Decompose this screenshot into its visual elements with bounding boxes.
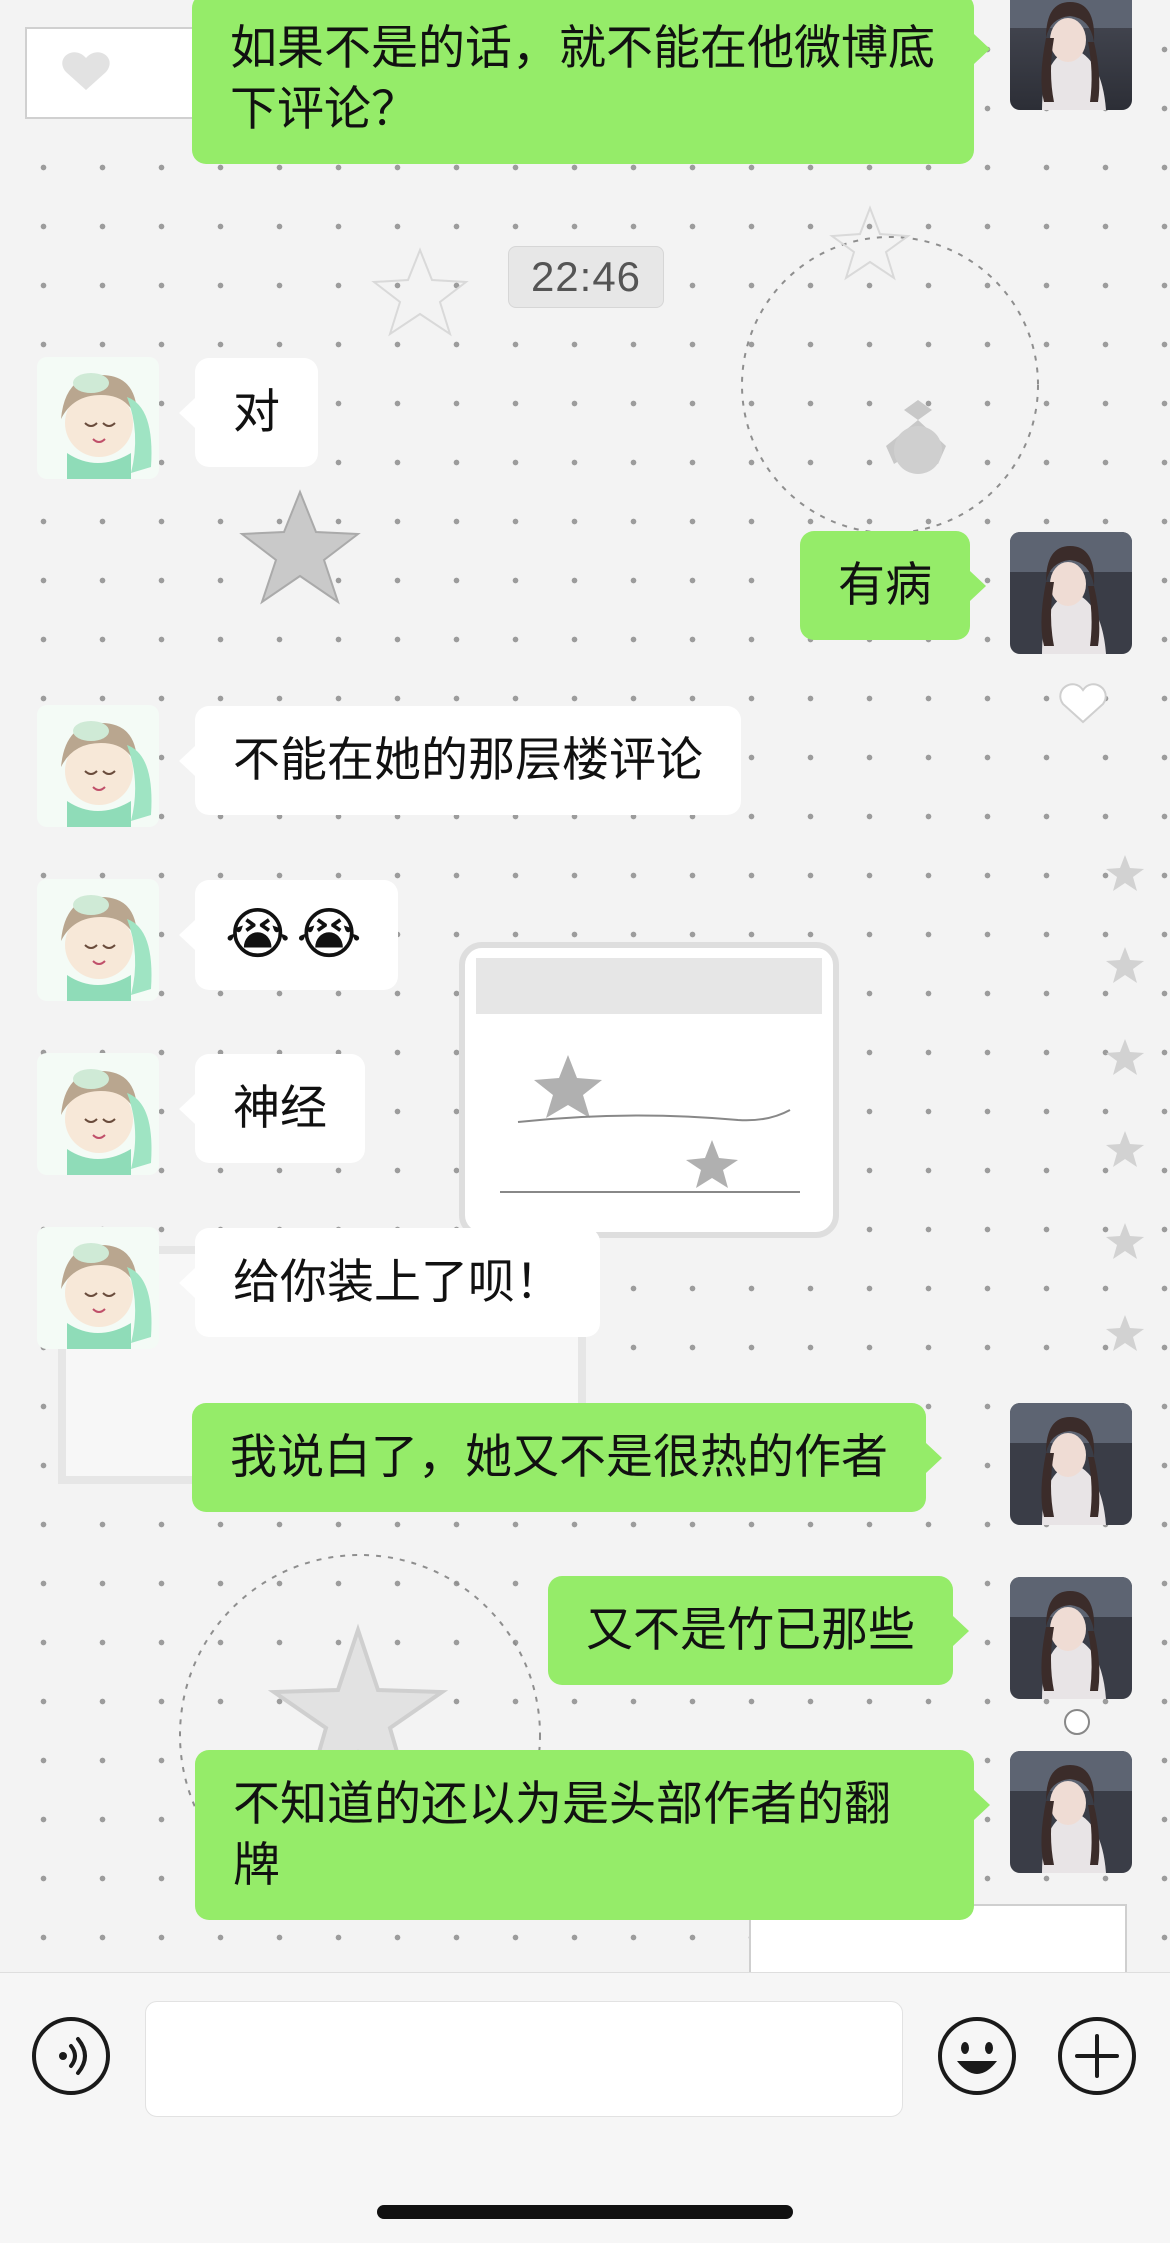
chat-timestamp: 22:46: [508, 246, 664, 308]
my-avatar[interactable]: [1010, 1751, 1132, 1873]
contact-avatar[interactable]: [37, 879, 159, 1001]
emoji-icon[interactable]: [937, 2016, 1017, 2096]
chat-bubble-outgoing[interactable]: 不知道的还以为是头部作者的翻牌: [195, 1750, 990, 1920]
my-avatar[interactable]: [1010, 0, 1132, 110]
message-input[interactable]: [145, 2001, 903, 2117]
contact-avatar[interactable]: [37, 357, 159, 479]
chat-bubble-incoming-emoji[interactable]: 😭😭: [179, 880, 398, 990]
my-avatar[interactable]: [1010, 532, 1132, 654]
chat-bubble-incoming[interactable]: 不能在她的那层楼评论: [179, 706, 741, 815]
chat-bubble-outgoing[interactable]: 又不是竹已那些: [548, 1576, 969, 1685]
chat-bubble-incoming[interactable]: 神经: [179, 1054, 365, 1163]
my-avatar[interactable]: [1010, 1577, 1132, 1699]
my-avatar[interactable]: [1010, 1403, 1132, 1525]
chat-bubble-outgoing[interactable]: 我说白了，她又不是很热的作者: [192, 1403, 942, 1512]
chat-area[interactable]: 22:46 如果不是的话，就不能在他微博底下评论？ 对 有病 不能在她的那层楼评…: [0, 0, 1170, 1972]
contact-avatar[interactable]: [37, 705, 159, 827]
contact-avatar[interactable]: [37, 1227, 159, 1349]
voice-icon[interactable]: [31, 2016, 111, 2096]
chat-bubble-incoming[interactable]: 给你装上了呗！: [179, 1228, 600, 1337]
contact-avatar[interactable]: [37, 1053, 159, 1175]
home-indicator: [377, 2205, 793, 2219]
chat-bubble-outgoing[interactable]: 有病: [800, 531, 986, 640]
chat-bubble-incoming[interactable]: 对: [179, 358, 318, 467]
message-input-bar: [0, 1972, 1170, 2243]
chat-bubble-outgoing[interactable]: 如果不是的话，就不能在他微博底下评论？: [192, 0, 990, 164]
add-icon[interactable]: [1057, 2016, 1137, 2096]
